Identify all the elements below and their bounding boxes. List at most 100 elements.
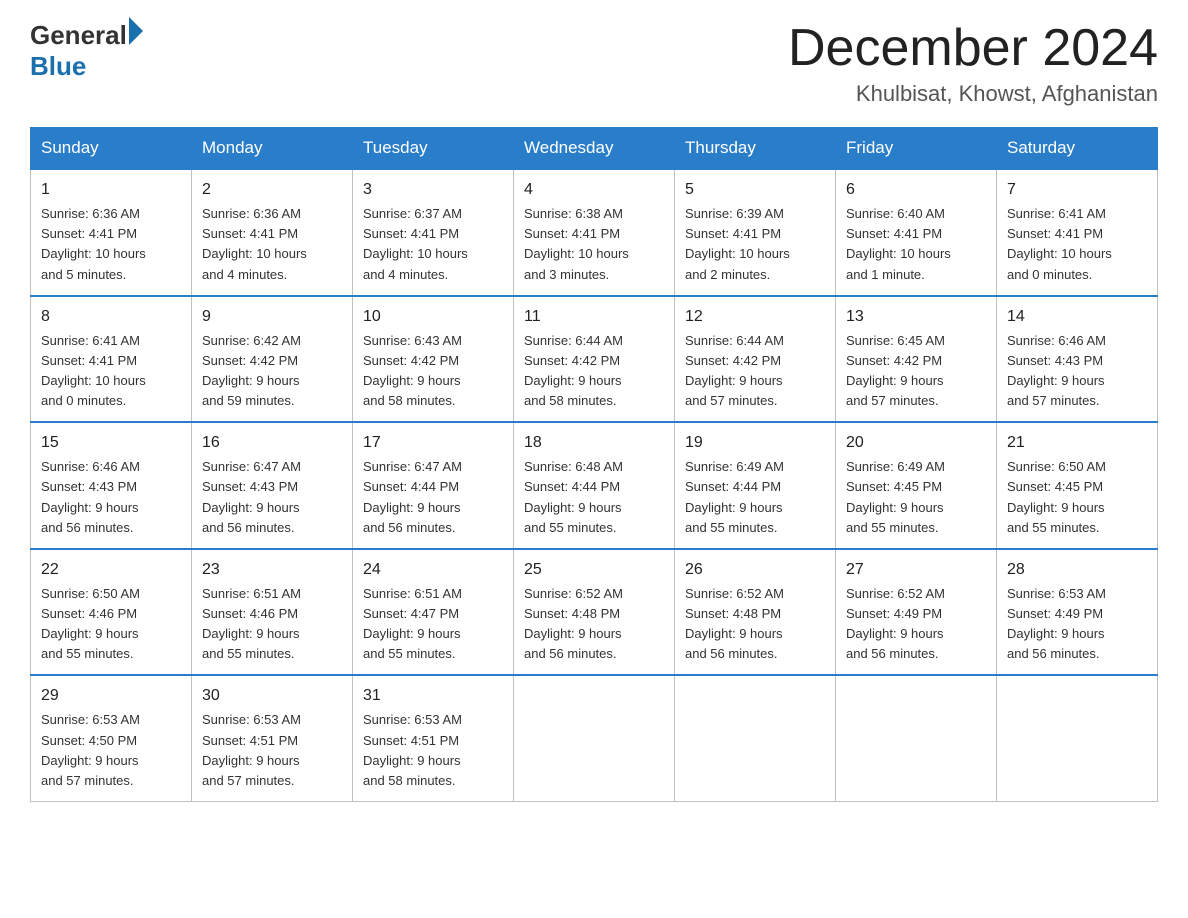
day-number: 15: [41, 431, 181, 455]
header-wednesday: Wednesday: [514, 128, 675, 170]
day-info: Sunrise: 6:48 AMSunset: 4:44 PMDaylight:…: [524, 457, 664, 538]
calendar-cell: 25Sunrise: 6:52 AMSunset: 4:48 PMDayligh…: [514, 549, 675, 676]
calendar-header-row: SundayMondayTuesdayWednesdayThursdayFrid…: [31, 128, 1158, 170]
calendar-cell: 21Sunrise: 6:50 AMSunset: 4:45 PMDayligh…: [997, 422, 1158, 549]
day-number: 11: [524, 305, 664, 329]
day-info: Sunrise: 6:36 AMSunset: 4:41 PMDaylight:…: [41, 204, 181, 285]
header-sunday: Sunday: [31, 128, 192, 170]
day-info: Sunrise: 6:36 AMSunset: 4:41 PMDaylight:…: [202, 204, 342, 285]
day-number: 31: [363, 684, 503, 708]
day-info: Sunrise: 6:53 AMSunset: 4:51 PMDaylight:…: [202, 710, 342, 791]
day-info: Sunrise: 6:43 AMSunset: 4:42 PMDaylight:…: [363, 331, 503, 412]
calendar-table: SundayMondayTuesdayWednesdayThursdayFrid…: [30, 127, 1158, 802]
calendar-week-row: 22Sunrise: 6:50 AMSunset: 4:46 PMDayligh…: [31, 549, 1158, 676]
header-thursday: Thursday: [675, 128, 836, 170]
calendar-cell: 9Sunrise: 6:42 AMSunset: 4:42 PMDaylight…: [192, 296, 353, 423]
day-info: Sunrise: 6:50 AMSunset: 4:46 PMDaylight:…: [41, 584, 181, 665]
calendar-cell: 7Sunrise: 6:41 AMSunset: 4:41 PMDaylight…: [997, 169, 1158, 296]
calendar-week-row: 29Sunrise: 6:53 AMSunset: 4:50 PMDayligh…: [31, 675, 1158, 801]
calendar-cell: 14Sunrise: 6:46 AMSunset: 4:43 PMDayligh…: [997, 296, 1158, 423]
calendar-cell: [836, 675, 997, 801]
calendar-cell: 17Sunrise: 6:47 AMSunset: 4:44 PMDayligh…: [353, 422, 514, 549]
day-number: 27: [846, 558, 986, 582]
day-info: Sunrise: 6:52 AMSunset: 4:49 PMDaylight:…: [846, 584, 986, 665]
day-info: Sunrise: 6:50 AMSunset: 4:45 PMDaylight:…: [1007, 457, 1147, 538]
calendar-cell: 3Sunrise: 6:37 AMSunset: 4:41 PMDaylight…: [353, 169, 514, 296]
calendar-cell: 18Sunrise: 6:48 AMSunset: 4:44 PMDayligh…: [514, 422, 675, 549]
calendar-week-row: 15Sunrise: 6:46 AMSunset: 4:43 PMDayligh…: [31, 422, 1158, 549]
day-info: Sunrise: 6:52 AMSunset: 4:48 PMDaylight:…: [685, 584, 825, 665]
day-info: Sunrise: 6:40 AMSunset: 4:41 PMDaylight:…: [846, 204, 986, 285]
day-number: 20: [846, 431, 986, 455]
logo-triangle-icon: [129, 17, 143, 45]
day-info: Sunrise: 6:45 AMSunset: 4:42 PMDaylight:…: [846, 331, 986, 412]
calendar-week-row: 8Sunrise: 6:41 AMSunset: 4:41 PMDaylight…: [31, 296, 1158, 423]
calendar-cell: 27Sunrise: 6:52 AMSunset: 4:49 PMDayligh…: [836, 549, 997, 676]
day-number: 19: [685, 431, 825, 455]
calendar-cell: 29Sunrise: 6:53 AMSunset: 4:50 PMDayligh…: [31, 675, 192, 801]
day-info: Sunrise: 6:49 AMSunset: 4:45 PMDaylight:…: [846, 457, 986, 538]
day-info: Sunrise: 6:41 AMSunset: 4:41 PMDaylight:…: [1007, 204, 1147, 285]
calendar-cell: 11Sunrise: 6:44 AMSunset: 4:42 PMDayligh…: [514, 296, 675, 423]
page-header: General Blue December 2024 Khulbisat, Kh…: [30, 20, 1158, 107]
day-info: Sunrise: 6:41 AMSunset: 4:41 PMDaylight:…: [41, 331, 181, 412]
day-info: Sunrise: 6:38 AMSunset: 4:41 PMDaylight:…: [524, 204, 664, 285]
logo-general-text: General: [30, 20, 127, 51]
header-tuesday: Tuesday: [353, 128, 514, 170]
day-number: 18: [524, 431, 664, 455]
day-number: 10: [363, 305, 503, 329]
day-info: Sunrise: 6:52 AMSunset: 4:48 PMDaylight:…: [524, 584, 664, 665]
day-info: Sunrise: 6:44 AMSunset: 4:42 PMDaylight:…: [685, 331, 825, 412]
day-number: 24: [363, 558, 503, 582]
calendar-cell: 15Sunrise: 6:46 AMSunset: 4:43 PMDayligh…: [31, 422, 192, 549]
calendar-cell: 4Sunrise: 6:38 AMSunset: 4:41 PMDaylight…: [514, 169, 675, 296]
day-info: Sunrise: 6:53 AMSunset: 4:49 PMDaylight:…: [1007, 584, 1147, 665]
day-number: 13: [846, 305, 986, 329]
calendar-cell: 22Sunrise: 6:50 AMSunset: 4:46 PMDayligh…: [31, 549, 192, 676]
calendar-subtitle: Khulbisat, Khowst, Afghanistan: [788, 81, 1158, 107]
calendar-cell: 10Sunrise: 6:43 AMSunset: 4:42 PMDayligh…: [353, 296, 514, 423]
day-number: 2: [202, 178, 342, 202]
header-saturday: Saturday: [997, 128, 1158, 170]
day-info: Sunrise: 6:47 AMSunset: 4:43 PMDaylight:…: [202, 457, 342, 538]
day-number: 7: [1007, 178, 1147, 202]
calendar-cell: 6Sunrise: 6:40 AMSunset: 4:41 PMDaylight…: [836, 169, 997, 296]
day-info: Sunrise: 6:51 AMSunset: 4:47 PMDaylight:…: [363, 584, 503, 665]
calendar-cell: 2Sunrise: 6:36 AMSunset: 4:41 PMDaylight…: [192, 169, 353, 296]
calendar-cell: 23Sunrise: 6:51 AMSunset: 4:46 PMDayligh…: [192, 549, 353, 676]
day-number: 16: [202, 431, 342, 455]
logo: General Blue: [30, 20, 143, 82]
calendar-cell: 24Sunrise: 6:51 AMSunset: 4:47 PMDayligh…: [353, 549, 514, 676]
header-monday: Monday: [192, 128, 353, 170]
day-info: Sunrise: 6:47 AMSunset: 4:44 PMDaylight:…: [363, 457, 503, 538]
calendar-cell: [997, 675, 1158, 801]
day-number: 5: [685, 178, 825, 202]
day-number: 12: [685, 305, 825, 329]
logo-blue-text: Blue: [30, 51, 143, 82]
header-friday: Friday: [836, 128, 997, 170]
calendar-cell: 26Sunrise: 6:52 AMSunset: 4:48 PMDayligh…: [675, 549, 836, 676]
calendar-cell: 13Sunrise: 6:45 AMSunset: 4:42 PMDayligh…: [836, 296, 997, 423]
day-number: 30: [202, 684, 342, 708]
title-block: December 2024 Khulbisat, Khowst, Afghani…: [788, 20, 1158, 107]
day-info: Sunrise: 6:49 AMSunset: 4:44 PMDaylight:…: [685, 457, 825, 538]
day-number: 29: [41, 684, 181, 708]
calendar-cell: 31Sunrise: 6:53 AMSunset: 4:51 PMDayligh…: [353, 675, 514, 801]
calendar-cell: 1Sunrise: 6:36 AMSunset: 4:41 PMDaylight…: [31, 169, 192, 296]
day-number: 3: [363, 178, 503, 202]
calendar-cell: [514, 675, 675, 801]
calendar-cell: 19Sunrise: 6:49 AMSunset: 4:44 PMDayligh…: [675, 422, 836, 549]
day-number: 6: [846, 178, 986, 202]
calendar-cell: 30Sunrise: 6:53 AMSunset: 4:51 PMDayligh…: [192, 675, 353, 801]
day-number: 26: [685, 558, 825, 582]
day-info: Sunrise: 6:37 AMSunset: 4:41 PMDaylight:…: [363, 204, 503, 285]
calendar-body: 1Sunrise: 6:36 AMSunset: 4:41 PMDaylight…: [31, 169, 1158, 801]
calendar-cell: 20Sunrise: 6:49 AMSunset: 4:45 PMDayligh…: [836, 422, 997, 549]
day-info: Sunrise: 6:44 AMSunset: 4:42 PMDaylight:…: [524, 331, 664, 412]
day-info: Sunrise: 6:46 AMSunset: 4:43 PMDaylight:…: [1007, 331, 1147, 412]
day-number: 8: [41, 305, 181, 329]
day-number: 14: [1007, 305, 1147, 329]
day-number: 22: [41, 558, 181, 582]
calendar-cell: 12Sunrise: 6:44 AMSunset: 4:42 PMDayligh…: [675, 296, 836, 423]
day-info: Sunrise: 6:53 AMSunset: 4:51 PMDaylight:…: [363, 710, 503, 791]
